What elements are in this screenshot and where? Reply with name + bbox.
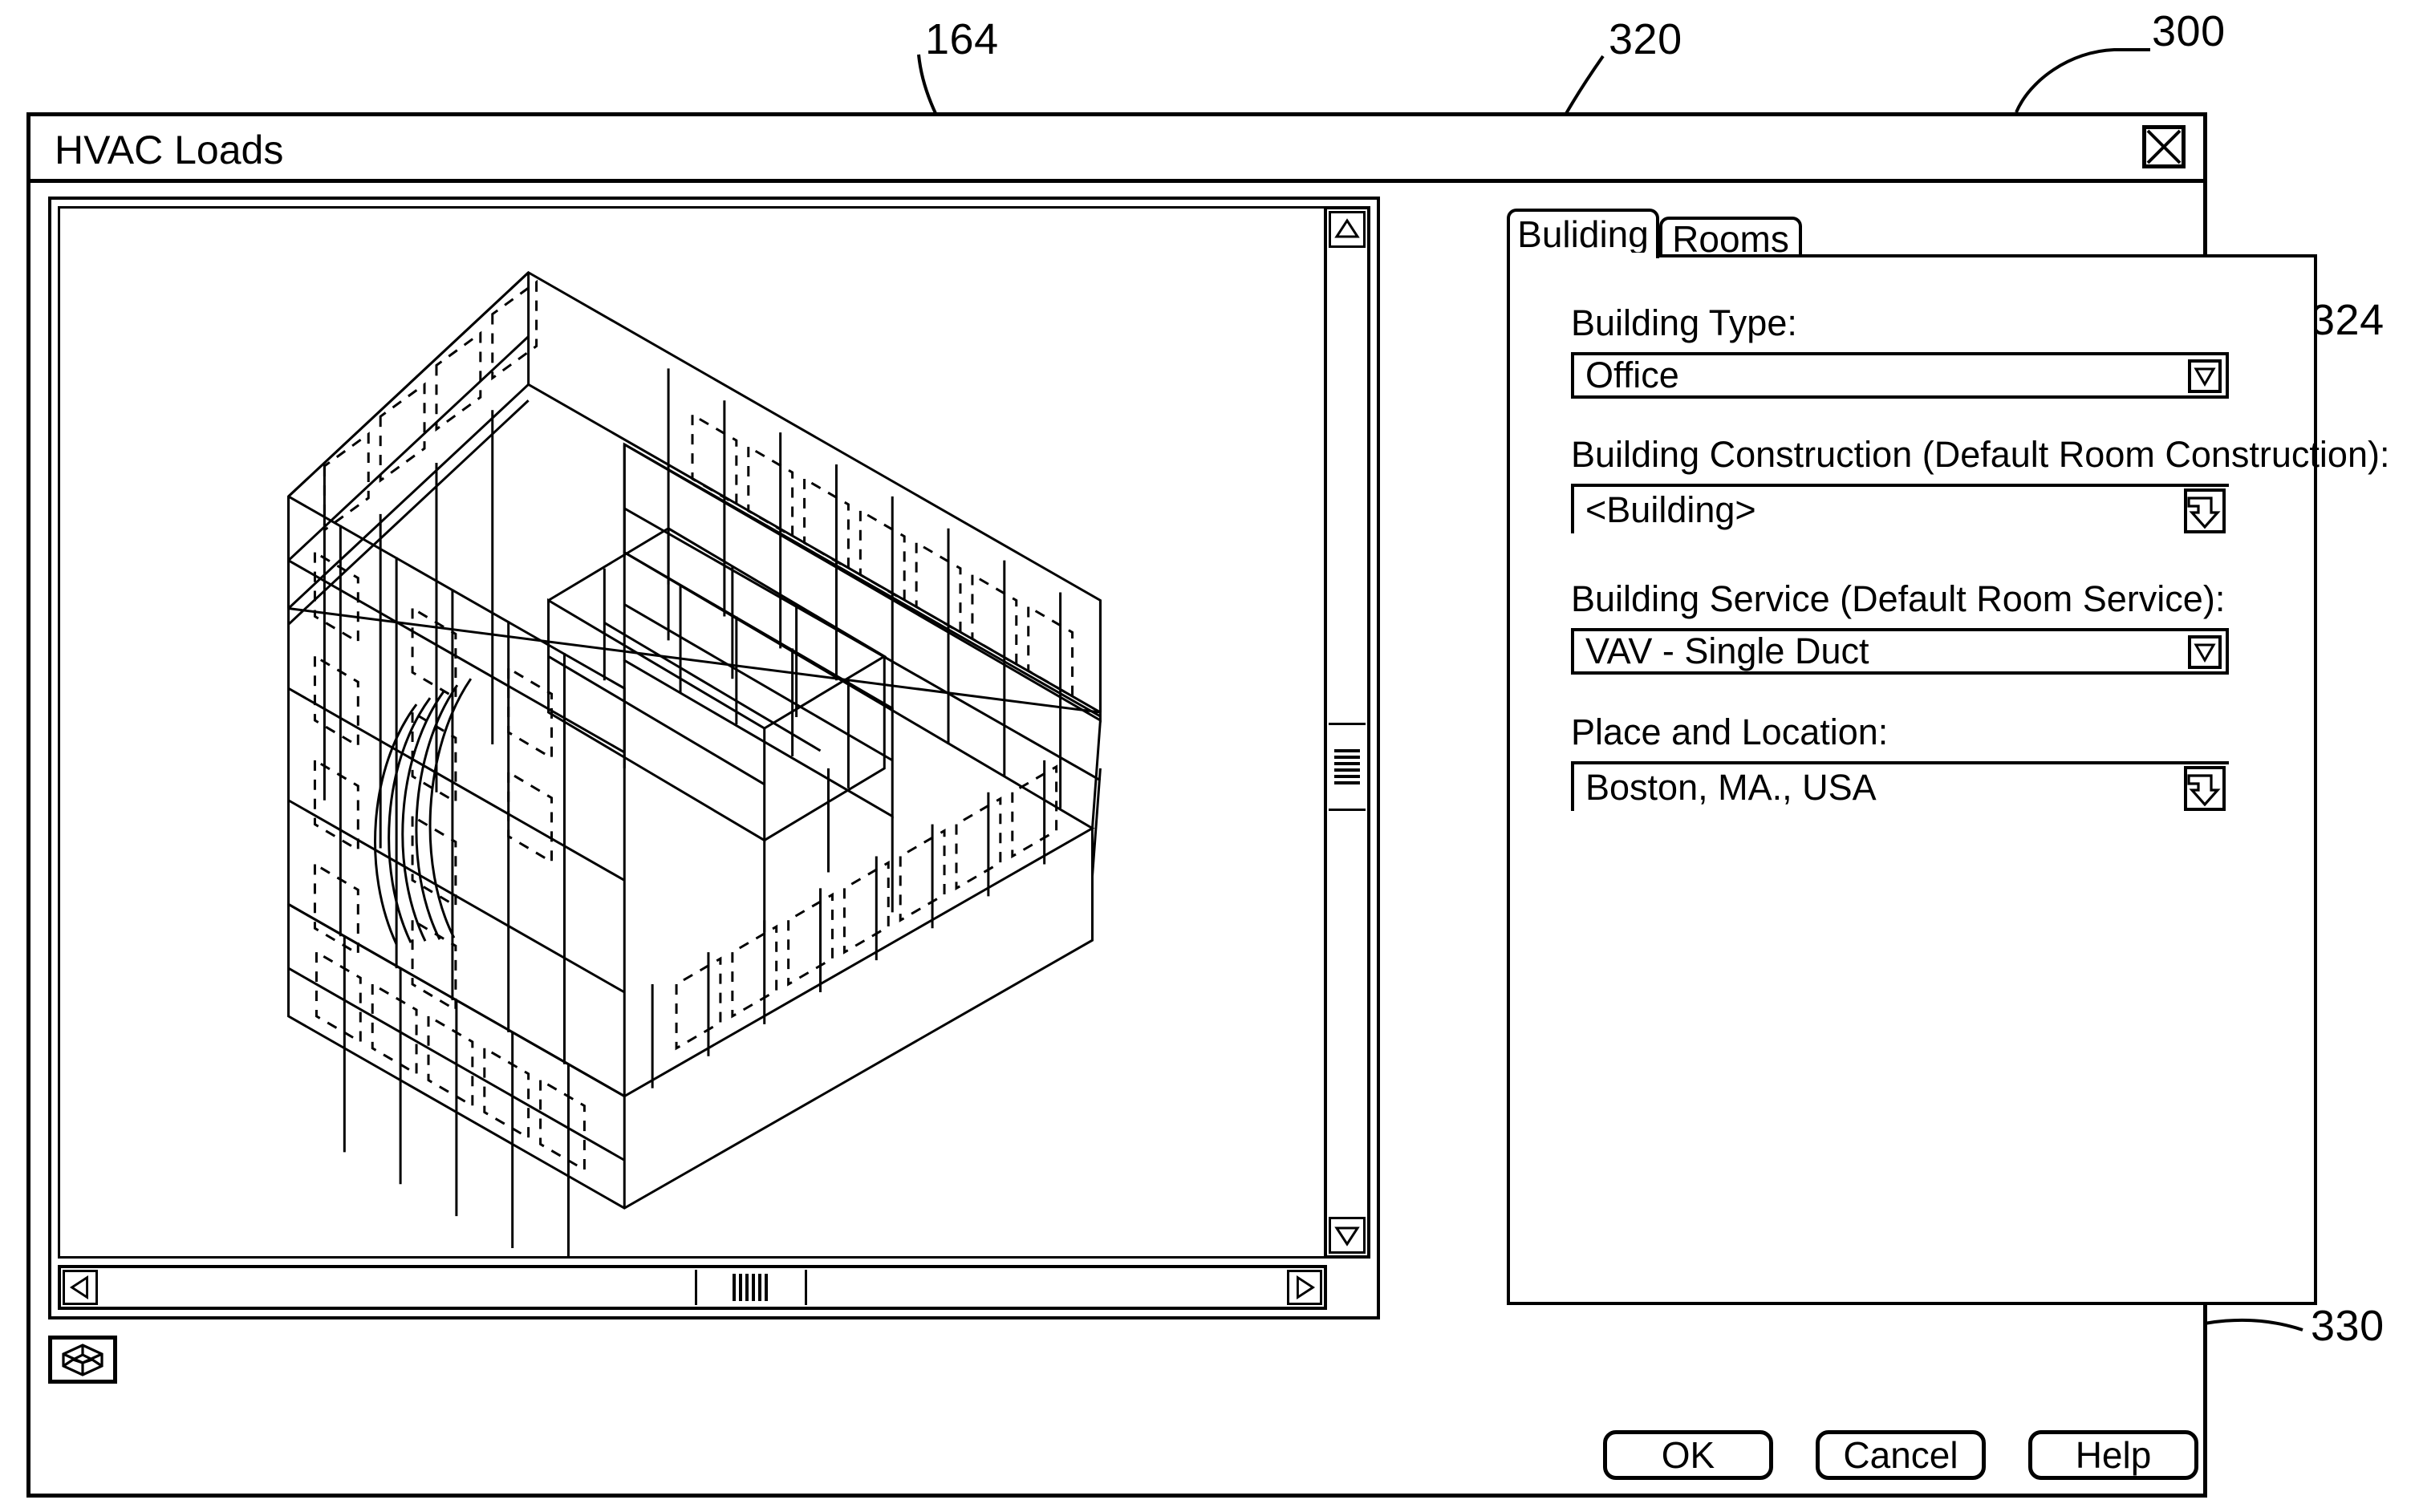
building-construction-input[interactable]: <Building> <box>1571 484 2229 533</box>
building-type-label: Building Type: <box>1571 302 1797 343</box>
building-service-value: VAV - Single Duct <box>1585 630 1869 671</box>
reference-numeral-324: 324 <box>2311 296 2385 344</box>
place-and-location-input[interactable]: Boston, MA., USA <box>1571 761 2229 811</box>
leader-line-300 <box>2015 48 2150 113</box>
scroll-grip-icon <box>733 1274 771 1301</box>
reference-numeral-164: 164 <box>925 15 999 63</box>
triangle-right-icon[interactable] <box>1287 1270 1322 1305</box>
triangle-down-icon[interactable] <box>1329 1217 1366 1254</box>
dialog-titlebar: HVAC Loads <box>30 116 2203 183</box>
tab-strip: Buliding Rooms <box>1507 209 2117 258</box>
goto-arrow-icon[interactable] <box>2184 488 2226 533</box>
patent-figure-canvas: 164 320 300 324 330 HVAC Loads Buliding … <box>0 0 2415 1512</box>
triangle-up-icon[interactable] <box>1329 211 1366 248</box>
tab-rooms[interactable]: Rooms <box>1659 217 1802 258</box>
building-service-combobox[interactable]: VAV - Single Duct <box>1571 628 2229 675</box>
field-building-type: Building Type: Office <box>1571 302 2229 399</box>
scroll-grip-icon <box>1334 749 1360 786</box>
help-button[interactable]: Help <box>2028 1430 2198 1480</box>
cancel-button[interactable]: Cancel <box>1816 1430 1986 1480</box>
reference-numeral-300: 300 <box>2152 7 2226 55</box>
tab-panel-seam <box>1510 253 1656 260</box>
reference-numeral-320: 320 <box>1609 15 1682 63</box>
vertical-scrollbar[interactable] <box>1324 206 1370 1259</box>
page-title: HVAC Loads <box>55 128 284 172</box>
building-service-label: Building Service (Default Room Service): <box>1571 578 2226 619</box>
tab-panel-building: Building Type: Office Building Construct… <box>1507 254 2390 1305</box>
hvac-loads-dialog: HVAC Loads Buliding Rooms Building Type:… <box>26 112 2389 1498</box>
building-construction-value: <Building> <box>1585 489 1756 530</box>
building-type-value: Office <box>1585 355 1679 395</box>
wireframe-cube-icon[interactable] <box>48 1336 117 1384</box>
tab-building-label: Buliding <box>1517 213 1649 255</box>
place-and-location-label: Place and Location: <box>1571 711 1889 752</box>
goto-arrow-icon[interactable] <box>2184 766 2226 811</box>
chevron-down-icon[interactable] <box>2188 635 2222 669</box>
place-and-location-value: Boston, MA., USA <box>1585 767 1877 808</box>
horizontal-scrollbar-thumb[interactable] <box>695 1270 807 1305</box>
chevron-down-icon[interactable] <box>2188 359 2222 393</box>
building-type-combobox[interactable]: Office <box>1571 352 2229 399</box>
field-building-construction: Building Construction (Default Room Cons… <box>1571 434 2390 533</box>
building-construction-label: Building Construction (Default Room Cons… <box>1571 434 2390 475</box>
ok-button[interactable]: OK <box>1603 1430 1773 1480</box>
dialog-button-bar: OK Cancel Help <box>1603 1430 2213 1486</box>
triangle-left-icon[interactable] <box>63 1270 98 1305</box>
reference-numeral-330: 330 <box>2311 1302 2385 1350</box>
field-place-and-location: Place and Location: Boston, MA., USA <box>1571 711 2229 811</box>
field-building-service: Building Service (Default Room Service):… <box>1571 578 2229 675</box>
model-viewport <box>48 197 1380 1319</box>
vertical-scrollbar-thumb[interactable] <box>1329 723 1366 811</box>
horizontal-scrollbar[interactable] <box>58 1265 1327 1310</box>
isometric-building-wireframe <box>287 270 1102 1256</box>
close-icon[interactable] <box>2142 125 2186 168</box>
3d-model-canvas[interactable] <box>58 206 1327 1259</box>
tab-building[interactable]: Buliding <box>1507 209 1659 258</box>
